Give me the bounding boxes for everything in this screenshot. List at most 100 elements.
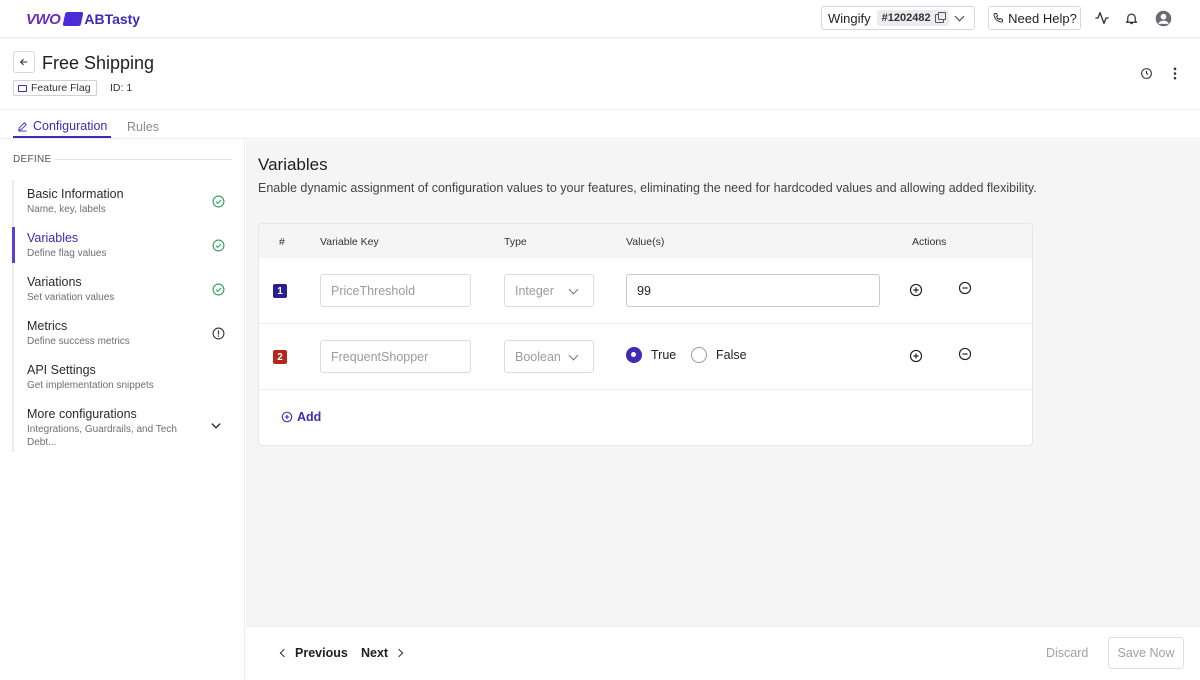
activity-icon[interactable] bbox=[1093, 9, 1111, 27]
value-input[interactable]: 99 bbox=[626, 274, 880, 307]
copy-icon[interactable] bbox=[934, 11, 946, 23]
sidebar-item-title: API Settings bbox=[27, 363, 96, 377]
config-sidebar: DEFINE Basic Information Name, key, labe… bbox=[0, 140, 245, 680]
sidebar-item-metrics[interactable]: Metrics Define success metrics bbox=[12, 315, 233, 359]
section-title: Variables bbox=[258, 155, 328, 174]
variable-key-input[interactable]: FrequentShopper bbox=[320, 340, 471, 373]
remove-circle-icon[interactable] bbox=[958, 281, 972, 295]
info-circle-icon bbox=[212, 327, 225, 340]
table-row: 1 PriceThreshold Integer 99 bbox=[259, 258, 1032, 324]
sidebar-item-api-settings[interactable]: API Settings Get implementation snippets bbox=[12, 359, 233, 403]
column-header-actions: Actions bbox=[912, 236, 947, 248]
variables-table: # Variable Key Type Value(s) Actions 1 P… bbox=[258, 223, 1033, 446]
type-select-value: Integer bbox=[515, 283, 554, 298]
column-header-values: Value(s) bbox=[626, 236, 665, 248]
check-circle-icon bbox=[212, 283, 225, 296]
account-name: Wingify bbox=[828, 10, 871, 26]
tab-bar: Configuration Rules bbox=[0, 109, 1200, 139]
type-select[interactable]: Boolean bbox=[504, 340, 594, 373]
type-select-value: Boolean bbox=[515, 349, 561, 364]
sidebar-item-subtitle: Define success metrics bbox=[27, 336, 130, 347]
previous-label: Previous bbox=[295, 646, 348, 660]
account-id: #1202482 bbox=[881, 12, 931, 24]
need-help-label: Need Help? bbox=[1008, 10, 1077, 26]
abtasty-logo-text: ABTasty bbox=[84, 11, 141, 27]
chevron-down-icon bbox=[568, 284, 579, 295]
add-variable-label: Add bbox=[297, 410, 322, 424]
more-options-icon[interactable] bbox=[1168, 66, 1182, 80]
column-header-number: # bbox=[279, 236, 285, 248]
divider bbox=[55, 159, 232, 160]
sidebar-item-subtitle: Set variation values bbox=[27, 292, 115, 303]
sidebar-item-variations[interactable]: Variations Set variation values bbox=[12, 271, 233, 315]
column-header-type: Type bbox=[504, 236, 527, 248]
pencil-icon bbox=[18, 121, 27, 132]
define-section-label: DEFINE bbox=[13, 154, 52, 165]
row-number-badge: 2 bbox=[273, 350, 287, 364]
sidebar-item-subtitle: Get implementation snippets bbox=[27, 380, 154, 391]
chevron-left-icon bbox=[279, 648, 289, 658]
sidebar-item-subtitle: Name, key, labels bbox=[27, 204, 106, 215]
bell-icon[interactable] bbox=[1122, 9, 1140, 27]
sidebar-item-title: Metrics bbox=[27, 319, 68, 333]
user-avatar-icon[interactable] bbox=[1154, 9, 1172, 27]
back-button[interactable] bbox=[13, 51, 35, 73]
chevron-right-icon bbox=[394, 648, 404, 658]
page-title: Free Shipping bbox=[42, 53, 155, 73]
feature-flag-badge: Feature Flag bbox=[13, 80, 97, 96]
chevron-down-icon[interactable] bbox=[209, 419, 223, 433]
add-circle-icon[interactable] bbox=[909, 349, 923, 363]
next-button[interactable]: Next bbox=[361, 646, 404, 660]
need-help-button[interactable]: Need Help? bbox=[988, 6, 1081, 30]
section-description: Enable dynamic assignment of configurati… bbox=[258, 181, 1037, 195]
previous-button[interactable]: Previous bbox=[279, 646, 348, 660]
check-circle-icon bbox=[212, 195, 225, 208]
add-circle-icon[interactable] bbox=[909, 283, 923, 297]
history-icon[interactable] bbox=[1139, 66, 1153, 80]
tab-rules[interactable]: Rules bbox=[127, 116, 159, 138]
flag-id: ID: 1 bbox=[110, 82, 133, 94]
vwo-logo-text: VWO bbox=[26, 10, 61, 28]
save-now-button[interactable]: Save Now bbox=[1108, 637, 1184, 669]
variable-key-input[interactable]: PriceThreshold bbox=[320, 274, 471, 307]
arrow-left-icon bbox=[19, 58, 28, 66]
chevron-down-icon bbox=[568, 350, 579, 361]
brand-logo[interactable]: VWO ABTasty bbox=[26, 9, 140, 29]
sidebar-item-title: Variations bbox=[27, 275, 82, 289]
discard-button[interactable]: Discard bbox=[1046, 646, 1088, 660]
table-header: # Variable Key Type Value(s) Actions bbox=[259, 224, 1032, 258]
row-number-badge: 1 bbox=[273, 284, 287, 298]
tab-rules-label: Rules bbox=[127, 120, 159, 134]
phone-icon bbox=[993, 13, 1004, 23]
sidebar-item-title: Variables bbox=[27, 231, 79, 245]
radio-button-selected[interactable] bbox=[626, 347, 642, 363]
sidebar-item-subtitle: Integrations, Guardrails, and Tech Debt.… bbox=[27, 424, 177, 448]
sidebar-item-variables[interactable]: Variables Define flag values bbox=[12, 227, 233, 271]
next-label: Next bbox=[361, 646, 389, 660]
top-bar: VWO ABTasty Wingify #1202482 Need Help? bbox=[0, 0, 1200, 38]
account-switcher[interactable]: Wingify #1202482 bbox=[821, 6, 975, 30]
radio-true-label: True bbox=[651, 348, 677, 362]
chevron-down-icon bbox=[954, 11, 965, 22]
main-content: Variables Enable dynamic assignment of c… bbox=[246, 140, 1200, 626]
radio-button[interactable] bbox=[691, 347, 707, 363]
sidebar-item-more-configurations[interactable]: More configurations Integrations, Guardr… bbox=[12, 403, 233, 453]
tab-configuration[interactable]: Configuration bbox=[13, 116, 111, 138]
abtasty-mark-icon bbox=[62, 12, 84, 26]
check-circle-icon bbox=[212, 239, 225, 252]
remove-circle-icon[interactable] bbox=[958, 347, 972, 361]
radio-true[interactable]: True bbox=[626, 347, 676, 363]
tab-configuration-label: Configuration bbox=[33, 119, 108, 133]
add-variable-button[interactable]: Add bbox=[281, 410, 321, 424]
radio-false[interactable]: False bbox=[691, 347, 747, 363]
add-circle-icon bbox=[281, 411, 293, 423]
footer-bar: Previous Next Discard Save Now bbox=[246, 626, 1200, 680]
sidebar-item-title: Basic Information bbox=[27, 187, 124, 201]
sidebar-item-subtitle: Define flag values bbox=[27, 248, 107, 259]
sidebar-item-basic-information[interactable]: Basic Information Name, key, labels bbox=[12, 183, 233, 227]
sidebar-item-title: More configurations bbox=[27, 407, 137, 421]
feature-flag-label: Feature Flag bbox=[31, 82, 91, 94]
flag-icon bbox=[18, 84, 27, 92]
radio-false-label: False bbox=[716, 348, 747, 362]
type-select[interactable]: Integer bbox=[504, 274, 594, 307]
